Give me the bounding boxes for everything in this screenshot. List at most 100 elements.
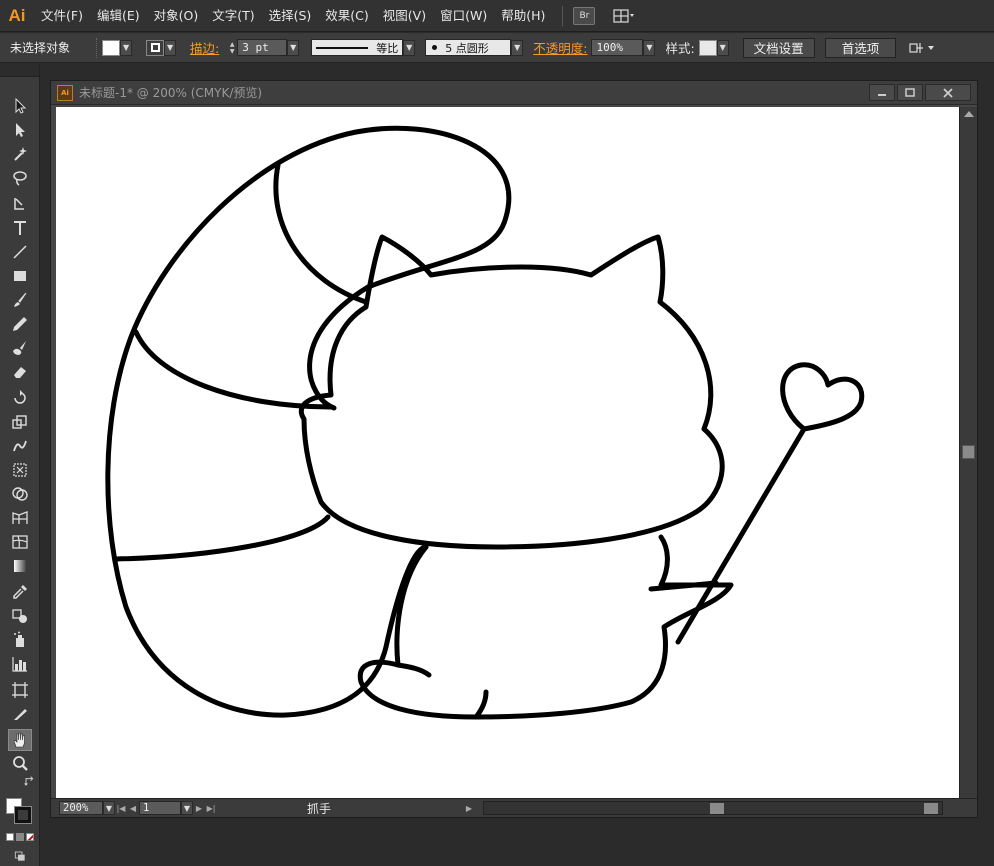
color-button[interactable]: [6, 833, 14, 841]
tail-stripe-1: [273, 162, 369, 305]
menu-edit[interactable]: 编辑(E): [90, 0, 147, 32]
artboard-tool[interactable]: [8, 679, 32, 701]
vertical-scroll-thumb[interactable]: [962, 445, 975, 459]
chevron-down-icon[interactable]: ▼: [164, 39, 177, 56]
free-transform-tool[interactable]: [8, 459, 32, 481]
blob-brush-tool[interactable]: [8, 337, 32, 359]
swap-fill-stroke-button[interactable]: [22, 775, 38, 789]
opacity-panel-link[interactable]: 不透明度:: [533, 38, 587, 57]
stroke-panel-link[interactable]: 描边:: [190, 38, 219, 57]
eyedropper-tool[interactable]: [8, 581, 32, 603]
stroke-swatch[interactable]: [14, 806, 32, 824]
perspective-grid-tool[interactable]: [8, 507, 32, 529]
variable-width-profile[interactable]: 等比: [311, 39, 404, 56]
document-titlebar[interactable]: Ai 未标题-1* @ 200% (CMYK/预览): [51, 81, 977, 105]
screen-mode-button[interactable]: [8, 849, 32, 863]
gradient-button[interactable]: [16, 833, 24, 841]
mesh-tool[interactable]: [8, 531, 32, 553]
scale-tool[interactable]: [8, 411, 32, 433]
paintbrush-tool[interactable]: [8, 289, 32, 311]
preferences-button[interactable]: 首选项: [824, 37, 897, 58]
minimize-button[interactable]: [869, 84, 895, 101]
scroll-up-arrow[interactable]: [964, 111, 974, 117]
menu-window[interactable]: 窗口(W): [433, 0, 494, 32]
hand-tool-icon: [13, 732, 25, 748]
paintbrush-tool-icon: [14, 292, 27, 307]
selection-tool[interactable]: [8, 95, 32, 117]
pen-tool[interactable]: [8, 193, 32, 215]
status-menu-arrow[interactable]: ▶: [463, 804, 475, 813]
blend-tool[interactable]: [8, 605, 32, 627]
horizontal-scroll-thumb[interactable]: [710, 803, 724, 814]
stroke-weight-field[interactable]: 3 pt: [237, 39, 288, 56]
horizontal-scrollbar[interactable]: [483, 801, 943, 815]
column-graph-tool[interactable]: [8, 653, 32, 675]
previous-artboard-button[interactable]: ◀: [127, 804, 139, 813]
next-artboard-button[interactable]: ▶: [193, 804, 205, 813]
shape-builder-tool[interactable]: [8, 483, 32, 505]
chevron-down-icon[interactable]: ▼: [120, 39, 133, 56]
foot-line: [473, 689, 489, 720]
menu-separator: [562, 5, 564, 26]
maximize-button[interactable]: [897, 84, 923, 101]
blob-brush-tool-icon: [13, 341, 26, 355]
workspace-switcher-button[interactable]: [609, 6, 639, 26]
menu-view[interactable]: 视图(V): [376, 0, 433, 32]
menu-effect[interactable]: 效果(C): [318, 0, 375, 32]
slice-tool[interactable]: [8, 703, 32, 725]
brush-label: 5 点圆形: [445, 41, 489, 55]
menu-type[interactable]: 文字(T): [205, 0, 261, 32]
stroke-weight-stepper[interactable]: ▲ ▼: [227, 39, 237, 56]
artboard-canvas[interactable]: [56, 107, 959, 798]
eraser-tool[interactable]: [8, 361, 32, 383]
menu-object[interactable]: 对象(O): [147, 0, 206, 32]
bridge-button[interactable]: Br: [573, 6, 596, 25]
stroke-color-swatch[interactable]: [146, 39, 165, 56]
chevron-down-icon[interactable]: ▼: [403, 39, 416, 56]
menu-help[interactable]: 帮助(H): [494, 0, 552, 32]
horizontal-scroll-end[interactable]: [924, 803, 938, 814]
vertical-scrollbar[interactable]: [959, 107, 977, 800]
swap-arrows-icon: [24, 776, 34, 786]
mesh-tool-icon: [12, 535, 28, 549]
document-setup-button[interactable]: 文档设置: [742, 37, 815, 58]
zoom-field[interactable]: 200%: [59, 801, 103, 815]
lasso-tool[interactable]: [8, 167, 32, 189]
none-button[interactable]: [26, 833, 34, 841]
status-bar: 200% ▼ |◀ ◀ 1 ▼ ▶ ▶| 抓手 ▶: [51, 798, 977, 817]
warp-tool[interactable]: [8, 435, 32, 457]
squirrel-artwork[interactable]: [56, 107, 959, 798]
heart: [780, 362, 865, 432]
rectangle-tool[interactable]: [8, 265, 32, 287]
chevron-down-icon[interactable]: ▼: [511, 39, 524, 56]
brush-definition[interactable]: 5 点圆形: [425, 39, 512, 56]
line-tool[interactable]: [8, 241, 32, 263]
chevron-down-icon[interactable]: ▼: [181, 801, 193, 815]
graphic-style-swatch[interactable]: [698, 39, 717, 56]
zoom-tool[interactable]: [8, 753, 32, 775]
menu-select[interactable]: 选择(S): [262, 0, 319, 32]
free-transform-tool-icon: [13, 463, 27, 477]
direct-selection-tool[interactable]: [8, 119, 32, 141]
rotate-tool[interactable]: [8, 387, 32, 409]
artboard-number-field[interactable]: 1: [139, 801, 181, 815]
symbol-sprayer-tool[interactable]: [8, 629, 32, 651]
menu-file[interactable]: 文件(F): [34, 0, 90, 32]
tools-panel-header[interactable]: [0, 65, 39, 77]
chevron-down-icon[interactable]: ▼: [643, 39, 656, 56]
type-tool[interactable]: [8, 217, 32, 239]
pencil-tool[interactable]: [8, 313, 32, 335]
opacity-field[interactable]: 100%: [591, 39, 644, 56]
fill-color-swatch[interactable]: [102, 39, 121, 56]
chevron-down-icon[interactable]: ▼: [716, 39, 729, 56]
hand-tool[interactable]: [8, 729, 32, 751]
gradient-tool[interactable]: [8, 555, 32, 577]
first-artboard-button[interactable]: |◀: [115, 804, 127, 813]
head-outline: [298, 234, 725, 550]
align-options-button[interactable]: [906, 38, 940, 58]
chevron-down-icon[interactable]: ▼: [103, 801, 115, 815]
magic-wand-tool[interactable]: [8, 143, 32, 165]
chevron-down-icon[interactable]: ▼: [287, 39, 300, 56]
last-artboard-button[interactable]: ▶|: [205, 804, 217, 813]
close-button[interactable]: [925, 84, 971, 101]
